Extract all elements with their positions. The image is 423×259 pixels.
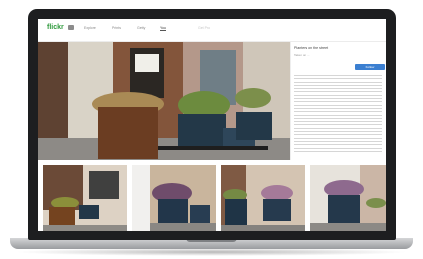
nav-item-explore[interactable]: Explore [84,26,96,30]
thumbnail[interactable] [132,165,216,231]
nav-item-getty[interactable]: Getty [137,26,145,30]
planters-photo [38,42,290,160]
top-navigation-bar: flickr Explore Prints Getty You Get Pro [38,19,386,42]
thumbnail[interactable] [43,165,127,231]
laptop-screen: flickr Explore Prints Getty You Get Pro [38,19,386,231]
photo-description [294,75,382,154]
photo-title: Planters on the street [294,46,329,50]
photo-info-panel: Planters on the street Taken on ... Foll… [290,42,386,160]
photo-subtitle: Taken on ... [294,53,310,57]
thumbnail[interactable] [221,165,305,231]
camera-icon[interactable] [68,25,74,30]
follow-button[interactable]: Follow [355,64,385,70]
thumbnail-strip [38,165,386,231]
nav-item-you[interactable]: You [160,26,166,31]
thumbnail[interactable] [310,165,386,231]
nav-item-prints[interactable]: Prints [112,26,121,30]
site-logo[interactable]: flickr [47,24,64,31]
laptop-shadow [14,248,409,256]
main-photo[interactable] [38,42,290,160]
nav-item-get-pro[interactable]: Get Pro [198,26,210,30]
